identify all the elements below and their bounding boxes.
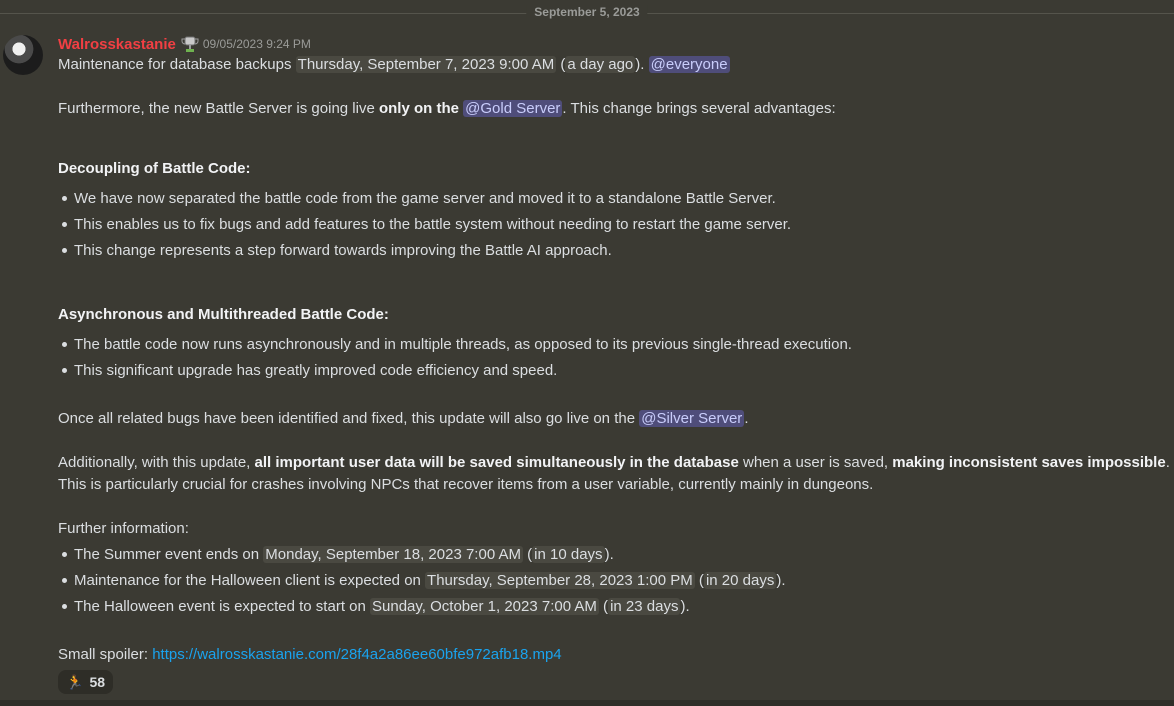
username[interactable]: Walrosskastanie bbox=[58, 36, 176, 53]
timestamp-pill[interactable]: Sunday, October 1, 2023 7:00 AM bbox=[370, 598, 599, 615]
heading-async: Asynchronous and Multithreaded Battle Co… bbox=[58, 306, 389, 323]
list-item: The Halloween event is expected to start… bbox=[74, 598, 690, 615]
date-divider-label: September 5, 2023 bbox=[526, 5, 648, 19]
mention-silver-server[interactable]: @Silver Server bbox=[639, 410, 745, 427]
message-header: Walrosskastanie 09/05/2023 9:24 PM bbox=[58, 35, 311, 53]
timestamp-pill[interactable]: Thursday, September 7, 2023 9:00 AM bbox=[295, 56, 557, 73]
spoiler-link[interactable]: https://walrosskastanie.com/28f4a2a86ee6… bbox=[152, 646, 561, 663]
message-line-spoiler: Small spoiler: https://walrosskastanie.c… bbox=[58, 646, 562, 663]
list-item: This change represents a step forward to… bbox=[74, 242, 612, 259]
avatar[interactable] bbox=[3, 35, 43, 75]
message-timestamp: 09/05/2023 9:24 PM bbox=[202, 37, 311, 51]
message-line-silver: Once all related bugs have been identifi… bbox=[58, 410, 749, 427]
mention-gold-server[interactable]: @Gold Server bbox=[463, 100, 563, 117]
trophy-icon bbox=[181, 36, 199, 52]
list-item: This significant upgrade has greatly imp… bbox=[74, 362, 558, 379]
list-item: The Summer event ends on Monday, Septemb… bbox=[74, 546, 614, 563]
message-line-battle-server: Furthermore, the new Battle Server is go… bbox=[58, 100, 836, 117]
heading-decoupling: Decoupling of Battle Code: bbox=[58, 160, 251, 177]
list-item: We have now separated the battle code fr… bbox=[74, 190, 776, 207]
reaction-button[interactable]: 🏃 58 bbox=[58, 670, 114, 694]
timestamp-pill[interactable]: Thursday, September 28, 2023 1:00 PM bbox=[425, 572, 695, 589]
message-line-additionally: Additionally, with this update, all impo… bbox=[58, 454, 1170, 471]
mention-everyone[interactable]: @everyone bbox=[648, 56, 730, 73]
list-item: The battle code now runs asynchronously … bbox=[74, 336, 852, 353]
reaction-count: 58 bbox=[89, 674, 106, 690]
list-item: Maintenance for the Halloween client is … bbox=[74, 572, 786, 589]
timestamp-pill[interactable]: Monday, September 18, 2023 7:00 AM bbox=[263, 546, 523, 563]
message-line-maintenance: Maintenance for database backups Thursda… bbox=[58, 56, 730, 73]
message-line-crucial: This is particularly crucial for crashes… bbox=[58, 476, 874, 493]
bottom-edge bbox=[0, 700, 1174, 706]
further-info-label: Further information: bbox=[58, 520, 189, 537]
list-item: This enables us to fix bugs and add feat… bbox=[74, 216, 792, 233]
reaction-emoji-icon: 🏃 bbox=[66, 673, 84, 690]
